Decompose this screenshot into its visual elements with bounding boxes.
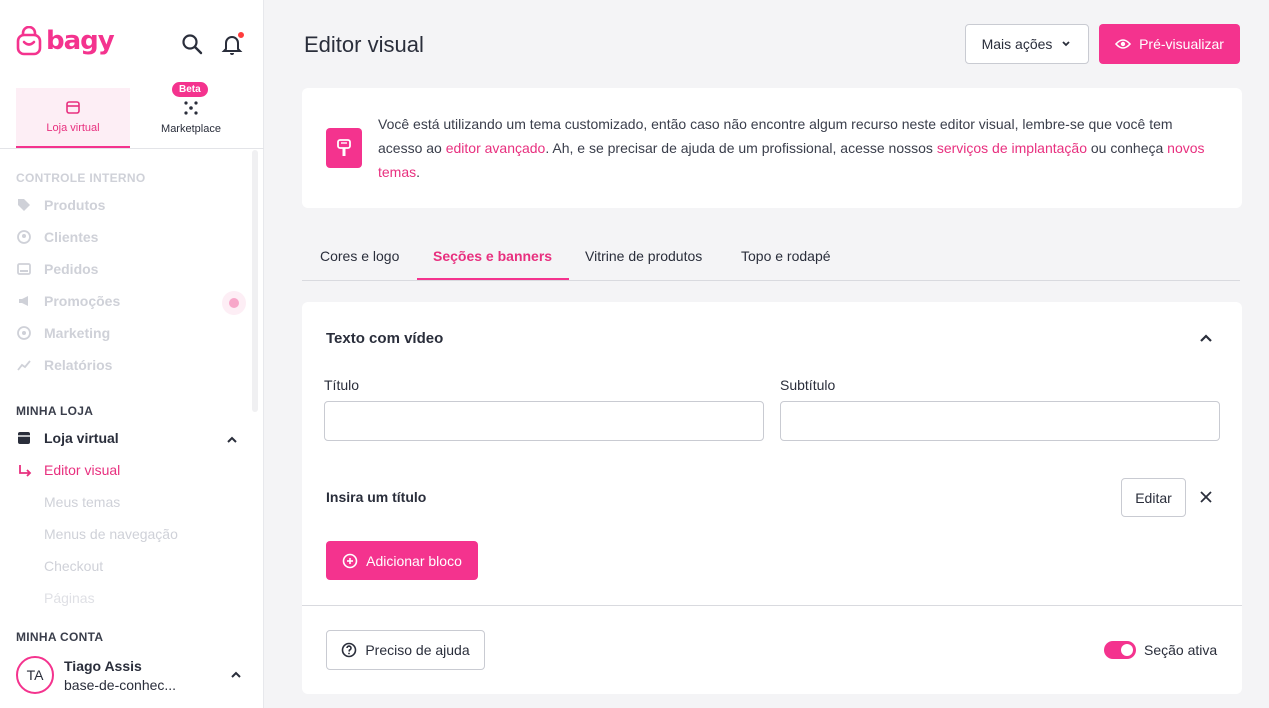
section-card: Texto com vídeo Título Subtítulo Insira … (302, 302, 1242, 694)
user-menu[interactable]: TA Tiago Assis base-de-conhec... (16, 656, 176, 694)
inbox-icon (16, 261, 32, 277)
avatar: TA (16, 656, 54, 694)
more-actions-button[interactable]: Mais ações (965, 24, 1089, 64)
chevron-up-icon[interactable] (225, 433, 239, 452)
help-icon (342, 642, 357, 658)
section-active-toggle[interactable] (1104, 641, 1136, 659)
sidebar-item-pedidos[interactable]: Pedidos (16, 261, 98, 277)
more-actions-label: Mais ações (981, 36, 1053, 52)
sidebar-subitem-checkout[interactable]: Checkout (44, 558, 103, 574)
mode-tab-marketplace[interactable]: Marketplace (134, 88, 248, 148)
mode-tab-label: Marketplace (161, 123, 221, 135)
sidebar-subitem-meus-temas[interactable]: Meus temas (44, 494, 120, 510)
user-store: base-de-conhec... (64, 676, 177, 693)
add-block-label: Adicionar bloco (366, 552, 462, 569)
block-title: Insira um título (326, 489, 427, 505)
chevron-up-icon[interactable] (229, 668, 243, 687)
mode-tab-label: Loja virtual (46, 121, 100, 134)
store-icon (66, 100, 80, 114)
sidebar-subitem-paginas[interactable]: Páginas (44, 590, 95, 606)
trend-icon (16, 357, 32, 373)
sidebar-item-promocoes[interactable]: Promoções (16, 293, 120, 309)
tabs-divider (302, 280, 1240, 281)
field-subtitle-label: Subtítulo (780, 377, 836, 393)
sidebar-item-label: Relatórios (44, 357, 113, 373)
plus-circle-icon (342, 553, 358, 568)
beta-badge: Beta (172, 82, 208, 97)
bag-logo-icon (16, 26, 42, 56)
sidebar-item-produtos[interactable]: Produtos (16, 197, 105, 213)
target-icon (16, 325, 32, 341)
eye-icon (1115, 39, 1132, 49)
section-minha-loja: MINHA LOJA (16, 404, 94, 418)
section-minha-conta: MINHA CONTA (16, 630, 104, 644)
divider (0, 148, 264, 149)
sidebar-subitem-editor-visual[interactable]: Editor visual (44, 462, 120, 478)
brand-name: bagy (46, 26, 115, 56)
section-active-label: Seção ativa (1144, 642, 1218, 658)
help-label: Preciso de ajuda (365, 642, 470, 658)
preview-label: Pré-visualizar (1139, 36, 1224, 52)
link-servicos-implantacao[interactable]: serviços de implantação (937, 140, 1087, 156)
user-circle-icon (16, 229, 32, 245)
user-name: Tiago Assis (64, 657, 142, 674)
section-controle-interno: CONTROLE INTERNO (16, 171, 146, 185)
network-icon (184, 101, 198, 115)
tab-topo-rodape[interactable]: Topo e rodapé (725, 240, 847, 280)
sidebar-item-label: Marketing (44, 325, 111, 341)
tab-vitrine-produtos[interactable]: Vitrine de produtos (569, 240, 718, 280)
sidebar-item-relatorios[interactable]: Relatórios (16, 357, 112, 373)
store-icon (16, 430, 32, 446)
sidebar-item-label: Clientes (44, 229, 99, 245)
bell-icon[interactable] (221, 31, 245, 55)
info-text-part: . Ah, e se precisar de ajuda de um profi… (545, 140, 937, 156)
sidebar-subitem-menus-navegacao[interactable]: Menus de navegação (44, 526, 178, 542)
tab-cores-logo[interactable]: Cores e logo (304, 240, 415, 280)
sidebar-item-clientes[interactable]: Clientes (16, 229, 98, 245)
tab-secoes-banners[interactable]: Seções e banners (417, 240, 569, 280)
sidebar-item-label: Pedidos (44, 261, 99, 277)
sidebar-item-label: Loja virtual (44, 430, 119, 446)
sidebar-item-marketing[interactable]: Marketing (16, 325, 110, 341)
section-title: Texto com vídeo (326, 330, 444, 347)
sidebar-item-loja-virtual[interactable]: Loja virtual (16, 430, 119, 446)
chevron-down-icon (1062, 41, 1071, 47)
search-icon[interactable] (181, 33, 203, 55)
mode-tab-loja-virtual[interactable]: Loja virtual (16, 88, 130, 148)
divider (302, 605, 1242, 606)
collapse-chevron-icon[interactable] (1198, 330, 1214, 351)
preview-button[interactable]: Pré-visualizar (1099, 24, 1240, 64)
notification-badge (237, 31, 245, 39)
paint-roller-icon (326, 128, 362, 168)
info-text-part: ou conheça (1087, 140, 1168, 156)
info-text-part: . (416, 164, 421, 180)
help-button[interactable]: Preciso de ajuda (326, 630, 485, 670)
info-text: Você está utilizando um tema customizado… (378, 112, 1218, 184)
arrow-sub-icon (18, 464, 32, 483)
edit-block-label: Editar (1135, 489, 1172, 506)
close-icon[interactable] (1199, 490, 1213, 509)
title-input[interactable] (324, 401, 764, 441)
brand-logo[interactable]: bagy (16, 26, 115, 56)
sidebar-scrollbar[interactable] (252, 150, 258, 412)
tag-icon (16, 197, 32, 213)
sidebar: bagy Loja virtual Marketplace Beta CONTR… (0, 0, 264, 708)
subtitle-input[interactable] (780, 401, 1220, 441)
link-editor-avancado[interactable]: editor avançado (446, 140, 546, 156)
info-banner: Você está utilizando um tema customizado… (302, 88, 1242, 208)
promo-indicator (222, 291, 246, 315)
page-title: Editor visual (304, 32, 424, 57)
megaphone-icon (16, 293, 32, 309)
sidebar-item-label: Produtos (44, 197, 106, 213)
field-title-label: Título (324, 377, 360, 393)
sidebar-item-label: Promoções (44, 293, 121, 309)
edit-block-button[interactable]: Editar (1121, 478, 1186, 517)
add-block-button[interactable]: Adicionar bloco (326, 541, 478, 580)
